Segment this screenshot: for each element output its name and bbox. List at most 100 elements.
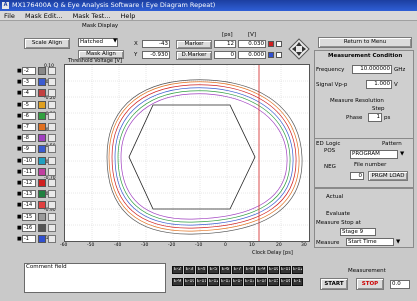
start-time-select[interactable]: Start Time [346, 238, 394, 246]
channel-color-swatch[interactable] [38, 201, 46, 210]
channel-value[interactable]: -2 [22, 67, 36, 75]
chevron-down-icon[interactable]: ▼ [396, 239, 400, 245]
frequency-field[interactable]: 10.000000 [352, 65, 392, 74]
channel-color-swatch[interactable] [38, 190, 46, 199]
range-button[interactable]: E-7 [232, 266, 243, 274]
range-button[interactable]: E-6 [220, 266, 231, 274]
range-button[interactable]: E-1 [292, 278, 303, 286]
channel-row: ■ -6 [17, 111, 59, 121]
x-tick: -30 [141, 243, 149, 248]
range-button[interactable]: E-1-2 [232, 278, 243, 286]
signal-vpp-field[interactable]: 1.000 [366, 80, 392, 89]
range-button[interactable]: E-11 [196, 278, 207, 286]
prgm-load-button[interactable]: PRGM LOAD [368, 171, 408, 181]
channel-color-swatch[interactable] [38, 145, 46, 154]
menu-mask-edit[interactable]: Mask Edit... [21, 11, 67, 21]
stage-select[interactable]: Stage 9 [340, 228, 376, 236]
range-button[interactable]: E-12 [292, 266, 303, 274]
marker-toggle[interactable] [276, 41, 282, 47]
channel-color-swatch[interactable] [38, 111, 46, 120]
channel-value[interactable]: -7 [22, 123, 36, 131]
menu-help[interactable]: Help [117, 11, 140, 21]
range-button[interactable]: E-9 [172, 278, 183, 286]
return-to-menu-button[interactable]: Return to Menu [318, 37, 412, 48]
measure-stop-label: Measure Stop at [316, 220, 361, 226]
dmarker-color-swatch[interactable] [268, 52, 274, 58]
range-button[interactable]: E-3 [184, 266, 195, 274]
channel-color-swatch[interactable] [38, 89, 46, 98]
channel-row: ■ -13 [17, 189, 59, 199]
range-button[interactable]: E-14 [256, 278, 267, 286]
channel-value[interactable]: -16 [22, 223, 36, 232]
range-button[interactable]: E-13 [244, 278, 255, 286]
channel-color-swatch[interactable] [38, 156, 46, 165]
channel-value[interactable]: -15 [22, 212, 36, 221]
channel-color-swatch[interactable] [38, 212, 46, 221]
range-button[interactable]: E-4 [196, 266, 207, 274]
channel-indicator [48, 212, 56, 221]
phase-field[interactable]: 1 [368, 113, 382, 122]
channel-color-swatch[interactable] [38, 223, 46, 232]
file-number-label: File number [354, 162, 387, 168]
dmarker-ps-field[interactable]: 0 [214, 51, 236, 59]
dmarker-toggle[interactable] [276, 52, 282, 58]
x-field[interactable]: -43 [142, 40, 170, 48]
range-button[interactable]: E-2 [172, 266, 183, 274]
channel-value[interactable]: -9 [22, 145, 36, 154]
range-button[interactable]: E-16 [280, 278, 291, 286]
menu-mask-test[interactable]: Mask Test... [69, 11, 115, 21]
start-button[interactable]: START [320, 278, 348, 290]
mask-display-select[interactable]: Hatched [78, 38, 118, 47]
channel-value[interactable]: -1 [22, 235, 36, 243]
channel-row: ■ -12 [17, 178, 59, 188]
extra-field[interactable]: 0.0 [390, 280, 410, 289]
range-button[interactable]: E-5 [208, 266, 219, 274]
neg-radio[interactable]: NEG [324, 164, 336, 170]
comment-field[interactable]: Comment field [24, 263, 166, 293]
dmarker-v-field[interactable]: 0.000 [238, 51, 266, 59]
chevron-down-icon[interactable]: ▼ [113, 38, 117, 44]
file-number-field[interactable]: 0 [350, 172, 364, 180]
channel-color-swatch[interactable] [38, 235, 46, 243]
channel-color-swatch[interactable] [38, 100, 46, 109]
marker-ps-field[interactable]: 12 [214, 40, 236, 48]
channel-value[interactable]: -3 [22, 78, 36, 87]
chevron-down-icon[interactable]: ▼ [400, 151, 404, 157]
dmarker-button[interactable]: D.Marker [176, 51, 212, 60]
range-button[interactable]: E-10 [184, 278, 195, 286]
channel-color-swatch[interactable] [38, 78, 46, 87]
marker-color-swatch[interactable] [268, 41, 274, 47]
channel-value[interactable]: -12 [22, 179, 36, 187]
channel-value[interactable]: -5 [22, 100, 36, 109]
channel-value[interactable]: -14 [22, 201, 36, 210]
range-button[interactable]: E-8 [244, 266, 255, 274]
range-button[interactable]: E-13 [220, 278, 231, 286]
channel-color-swatch[interactable] [38, 167, 46, 176]
channel-value[interactable]: -8 [22, 134, 36, 143]
channel-value[interactable]: -6 [22, 111, 36, 120]
scale-align-button[interactable]: Scale Align [24, 38, 70, 49]
range-button[interactable]: E-10 [268, 266, 279, 274]
range-button[interactable]: E-9 [256, 266, 267, 274]
channel-value[interactable]: -11 [22, 167, 36, 176]
marker-v-field[interactable]: 0.030 [238, 40, 266, 48]
channel-color-swatch[interactable] [38, 179, 46, 187]
pos-radio[interactable]: POS [324, 148, 335, 154]
stop-button[interactable]: STOP [356, 278, 384, 290]
range-button[interactable]: E-11 [280, 266, 291, 274]
menu-file[interactable]: File [0, 11, 19, 21]
range-button[interactable]: E-15 [268, 278, 279, 286]
channel-value[interactable]: -4 [22, 89, 36, 98]
range-button[interactable]: E-12 [208, 278, 219, 286]
pattern-select[interactable]: PROGRAM [350, 150, 398, 159]
channel-color-swatch[interactable] [38, 123, 46, 131]
channel-value[interactable]: -10 [22, 156, 36, 165]
eye-diagram-plot[interactable] [64, 64, 310, 242]
channel-value[interactable]: -13 [22, 190, 36, 199]
menu-bar: File Mask Edit... Mask Test... Help [0, 11, 417, 21]
marker-button[interactable]: Marker [176, 40, 212, 49]
y-field[interactable]: -0.930 [142, 51, 170, 59]
channel-color-swatch[interactable] [38, 67, 46, 75]
channel-color-swatch[interactable] [38, 134, 46, 143]
direction-pad-icon[interactable] [288, 38, 310, 60]
